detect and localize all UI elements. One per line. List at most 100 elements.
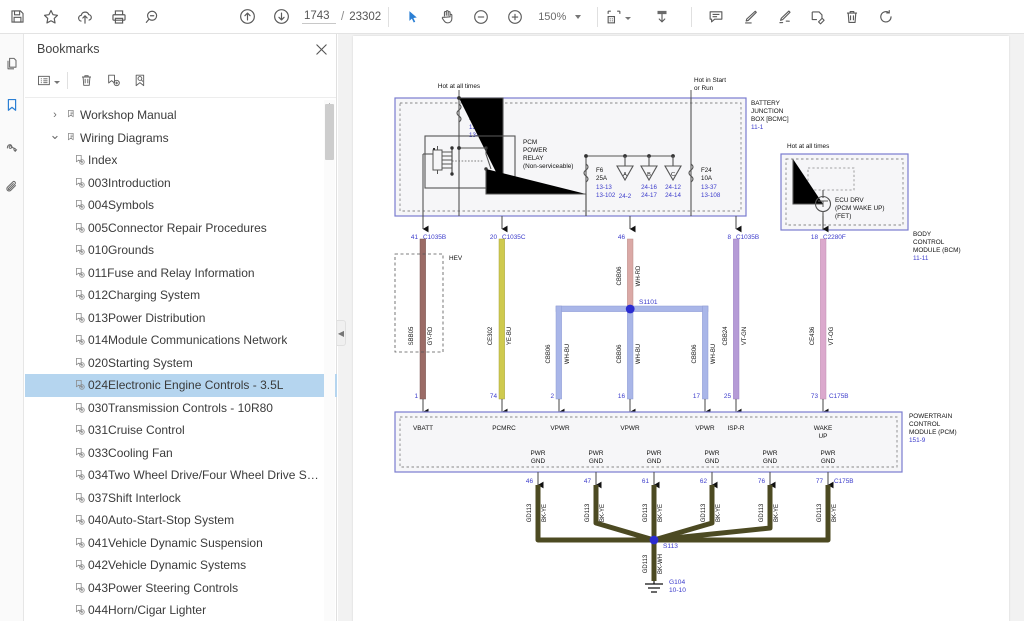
- diode-b-letter: B: [647, 172, 651, 178]
- bookmark-page-icon: [71, 334, 88, 346]
- gnd-pin-76: 76: [758, 478, 766, 485]
- bookmark-item[interactable]: 020Starting System: [25, 352, 337, 375]
- bookmark-item[interactable]: 040Auto-Start-Stop System: [25, 509, 337, 532]
- bookmark-item-label: 041Vehicle Dynamic Suspension: [88, 536, 263, 550]
- search-icon[interactable]: [136, 2, 170, 32]
- ground-pin-arrows: 46 47 61 62 76 77 C175B: [526, 472, 854, 485]
- bookmark-page-icon: [71, 514, 88, 526]
- bjb-ref-label: 11-1: [751, 124, 764, 131]
- bookmark-item[interactable]: 037Shift Interlock: [25, 487, 337, 510]
- bookmark-page-icon: [71, 154, 88, 166]
- toolbar-left-group: [0, 2, 170, 32]
- bookmark-item-label: 005Connector Repair Procedures: [88, 221, 267, 235]
- wire-cbb06-wh-rd-color: WH-RD: [636, 265, 642, 286]
- add-bookmark-button[interactable]: [100, 69, 127, 93]
- bookmark-item[interactable]: 031Cruise Control: [25, 419, 337, 442]
- svg-text:POWER: POWER: [523, 147, 548, 154]
- bookmark-item[interactable]: 013Power Distribution: [25, 307, 337, 330]
- page-total: 23302: [349, 11, 381, 23]
- bookmark-item[interactable]: 010Grounds: [25, 239, 337, 262]
- delete-bookmark-button[interactable]: [73, 69, 100, 93]
- left-sidebar-rail: [0, 34, 24, 621]
- bookmark-item-label: 020Starting System: [88, 356, 193, 370]
- bookmarks-scrollbar[interactable]: ▲: [324, 100, 335, 621]
- wire-cbb06-a-color: WH-BU: [565, 344, 571, 364]
- next-page-button[interactable]: [264, 2, 298, 32]
- top-toolbar: / 23302 150%: [0, 0, 1024, 34]
- sidebar-attachments-button[interactable]: [1, 171, 23, 203]
- chevron-down-icon[interactable]: [54, 81, 60, 84]
- hev-label: HEV: [449, 255, 463, 262]
- download-button[interactable]: [645, 2, 679, 32]
- bookmark-item[interactable]: 003Introduction: [25, 172, 337, 195]
- bookmark-item[interactable]: 024Electronic Engine Controls - 3.5L: [25, 374, 337, 397]
- chevron-down-icon[interactable]: [625, 17, 631, 20]
- save-button[interactable]: [0, 2, 34, 32]
- bookmarks-toolbar-divider: [67, 72, 68, 89]
- fuse-f24-ref-1: 13-37: [701, 184, 717, 191]
- rotate-button[interactable]: [869, 2, 903, 32]
- list-options-icon[interactable]: [35, 69, 62, 93]
- page-view-button[interactable]: [605, 2, 631, 32]
- gnd-color-46: BK-YE: [542, 504, 548, 522]
- fuse-f24-ref-2: 13-108: [701, 192, 721, 199]
- bookmark-item[interactable]: › Workshop Manual: [25, 104, 337, 127]
- pcm-pin-16-number: 16: [618, 393, 626, 400]
- bcm-name-label: BODY: [913, 231, 932, 238]
- sidebar-thumbnails-button[interactable]: [1, 48, 23, 80]
- zoom-out-button[interactable]: [464, 2, 498, 32]
- bookmark-item[interactable]: 030Transmission Controls - 10R80: [25, 397, 337, 420]
- highlight-button[interactable]: [733, 2, 767, 32]
- pcm-label-vpwr-3: VPWR: [695, 425, 715, 432]
- bookmark-item[interactable]: 012Charging System: [25, 284, 337, 307]
- diode-c-ref-1: 24-12: [665, 184, 681, 191]
- fuse-f6-ref-1: 13-13: [596, 184, 612, 191]
- bookmark-item[interactable]: Index: [25, 149, 337, 172]
- bookmark-item[interactable]: 043Power Steering Controls: [25, 577, 337, 600]
- find-bookmark-button[interactable]: [127, 69, 154, 93]
- ground-symbol-icon: [645, 584, 663, 592]
- previous-page-button[interactable]: [230, 2, 264, 32]
- zoom-level-control[interactable]: 150%: [538, 11, 581, 23]
- chevron-down-icon[interactable]: ⌄: [47, 127, 63, 143]
- bookmarks-list[interactable]: › Workshop Manual ⌄Wiring DiagramsIndex003…: [25, 100, 337, 621]
- pan-tool-button[interactable]: [430, 2, 464, 32]
- bookmark-item[interactable]: 014Module Communications Network: [25, 329, 337, 352]
- bookmark-item[interactable]: 044Horn/Cigar Lighter: [25, 599, 337, 621]
- favorite-button[interactable]: [34, 2, 68, 32]
- bookmark-item[interactable]: 005Connector Repair Procedures: [25, 217, 337, 240]
- bookmark-item[interactable]: 034Two Wheel Drive/Four Wheel Drive Syst…: [25, 464, 337, 487]
- bookmark-item-label: 043Power Steering Controls: [88, 581, 238, 595]
- pdf-page: Hot at all times Hot in Start or Run BAT…: [353, 36, 1009, 621]
- cloud-upload-button[interactable]: [68, 2, 102, 32]
- bookmark-item[interactable]: 041Vehicle Dynamic Suspension: [25, 532, 337, 555]
- bookmark-item[interactable]: 033Cooling Fan: [25, 442, 337, 465]
- bookmark-item-label: Workshop Manual: [80, 108, 177, 122]
- close-icon[interactable]: [315, 43, 328, 56]
- sidebar-collapse-handle[interactable]: ◀: [337, 320, 346, 346]
- bookmark-item[interactable]: 011Fuse and Relay Information: [25, 262, 337, 285]
- stamp-button[interactable]: [801, 2, 835, 32]
- sidebar-signature-button[interactable]: [1, 130, 23, 162]
- pdf-viewer[interactable]: Hot at all times Hot in Start or Run BAT…: [338, 34, 1024, 621]
- comment-button[interactable]: [699, 2, 733, 32]
- pcm-pin-25-number: 25: [724, 393, 732, 400]
- toolbar-view-group: [605, 2, 679, 32]
- chevron-down-icon[interactable]: [575, 15, 581, 19]
- print-button[interactable]: [102, 2, 136, 32]
- bookmark-item[interactable]: 004Symbols: [25, 194, 337, 217]
- ground-color-label: BK-WH: [658, 554, 664, 574]
- diode-a-ref: 24-2: [619, 193, 632, 200]
- bookmarks-scrollbar-thumb[interactable]: [325, 104, 334, 160]
- chevron-right-icon[interactable]: ›: [47, 109, 63, 121]
- zoom-in-button[interactable]: [498, 2, 532, 32]
- sidebar-bookmarks-button[interactable]: [1, 89, 23, 121]
- bookmark-item[interactable]: ⌄Wiring Diagrams: [25, 127, 337, 150]
- toolbar-divider-3: [691, 7, 692, 27]
- delete-button[interactable]: [835, 2, 869, 32]
- draw-button[interactable]: [767, 2, 801, 32]
- page-number-input[interactable]: [302, 9, 336, 24]
- bookmark-item[interactable]: 042Vehicle Dynamic Systems: [25, 554, 337, 577]
- diode-b-ref-1: 24-16: [641, 184, 657, 191]
- select-tool-button[interactable]: [396, 2, 430, 32]
